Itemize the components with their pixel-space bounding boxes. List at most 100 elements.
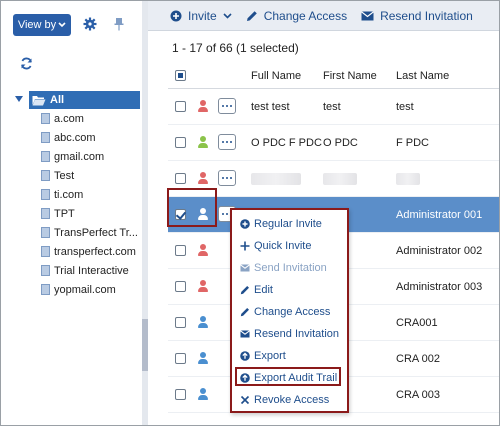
cell-first-name: test [323,101,341,113]
tree-item[interactable]: Trial Interactive [1,261,140,280]
gear-icon[interactable] [81,14,99,34]
menu-item-send-invitation[interactable]: Send Invitation [240,258,348,278]
tree-item-label: TransPerfect Tr... [54,226,138,239]
tree-item-label: Trial Interactive [54,264,129,277]
menu-item-label: Quick Invite [254,240,312,252]
column-header-full-name[interactable]: Full Name [251,70,301,82]
cell-last-name: CRA 003 [396,389,441,401]
menu-item-label: Edit [254,284,273,296]
annotation-highlight-selection [167,188,217,227]
tree-item-label: TPT [54,207,75,220]
cell-full-name: O PDC F PDC [251,137,322,149]
envelope-icon [240,264,250,272]
redacted-full-name [251,173,301,185]
cell-first-name: O PDC [323,137,358,149]
document-icon [41,208,50,219]
row-checkbox[interactable] [175,353,186,364]
tree-item[interactable]: Test [1,166,140,185]
document-icon [41,227,50,238]
cell-last-name: CRA001 [396,317,438,329]
grid-header: Full Name First Name Last Name [168,63,499,89]
change-access-label: Change Access [263,8,348,23]
invite-button[interactable]: Invite [170,9,232,23]
menu-item-label: Export [254,350,286,362]
document-icon [41,151,50,162]
view-by-label: View by [17,19,57,31]
document-icon [41,284,50,295]
plus-circle-icon [170,10,182,21]
tree-item-label: gmail.com [54,150,105,163]
pencil-icon [240,308,249,317]
document-icon [41,132,50,143]
plus-circle-icon [240,219,250,229]
row-actions-button[interactable] [218,134,236,150]
tree-item-label: yopmail.com [54,283,116,296]
user-status-icon [198,244,208,256]
record-count: 1 - 17 of 66 (1 selected) [172,41,299,55]
plus-icon [240,241,250,251]
menu-item-resend-invitation[interactable]: Resend Invitation [240,324,348,344]
caret-down-icon[interactable] [15,96,23,102]
chevron-down-icon [58,22,66,28]
row-checkbox[interactable] [175,137,186,148]
cell-last-name: test [396,101,414,113]
row-checkbox[interactable] [175,245,186,256]
tree-item[interactable]: gmail.com [1,147,140,166]
document-icon [41,170,50,181]
menu-item-revoke-access[interactable]: Revoke Access [240,390,348,410]
chevron-down-icon [223,12,232,19]
domain-tree: All a.com abc.com gmail.com Test ti.com … [1,91,140,299]
cell-last-name: Administrator 001 [396,209,483,221]
tree-item-label: a.com [54,112,84,125]
document-icon [41,246,50,257]
column-header-last-name[interactable]: Last Name [396,70,449,82]
menu-item-quick-invite[interactable]: Quick Invite [240,236,348,256]
row-actions-button[interactable] [218,98,236,114]
cell-last-name: Administrator 003 [396,281,483,293]
menu-item-change-access[interactable]: Change Access [240,302,348,322]
change-access-button[interactable]: Change Access [246,9,347,23]
cell-last-name: Administrator 002 [396,245,483,257]
row-actions-button[interactable] [218,170,236,186]
tree-item-label: abc.com [54,131,96,144]
menu-item-export[interactable]: Export [240,346,348,366]
tree-item[interactable]: abc.com [1,128,140,147]
menu-item-regular-invite[interactable]: Regular Invite [240,214,348,234]
resend-invitation-button[interactable]: Resend Invitation [361,9,473,23]
row-checkbox[interactable] [175,101,186,112]
user-status-icon [198,172,208,184]
table-row[interactable]: O PDC F PDC O PDC F PDC [168,125,499,161]
tree-item[interactable]: TPT [1,204,140,223]
menu-item-label: Change Access [254,306,331,318]
tree-item-label: ti.com [54,188,84,201]
cell-last-name: CRA 002 [396,353,441,365]
column-header-first-name[interactable]: First Name [323,70,377,82]
pin-icon[interactable] [111,14,127,34]
refresh-icon[interactable] [18,55,34,71]
redacted-last-name [396,173,420,185]
table-row[interactable] [168,161,499,197]
pencil-icon [246,10,257,21]
tree-root-all[interactable]: All [1,91,140,109]
menu-item-label: Revoke Access [254,394,330,406]
tree-item[interactable]: TransPerfect Tr... [1,223,140,242]
invite-label: Invite [188,8,217,23]
tree-item[interactable]: yopmail.com [1,280,140,299]
table-row[interactable]: test test test test [168,89,499,125]
user-status-icon [198,100,208,112]
row-checkbox[interactable] [175,389,186,400]
tree-item[interactable]: a.com [1,109,140,128]
envelope-icon [361,10,374,20]
select-all-checkbox[interactable] [175,70,186,81]
menu-item-edit[interactable]: Edit [240,280,348,300]
toolbar: Invite Change Access Resend Invitation [148,1,499,31]
view-by-button[interactable]: View by [13,14,71,36]
row-checkbox[interactable] [175,317,186,328]
tree-item[interactable]: transperfect.com [1,242,140,261]
row-checkbox[interactable] [175,173,186,184]
menu-item-label: Regular Invite [254,218,322,230]
menu-item-label: Resend Invitation [254,328,339,340]
sidebar: View by All a.com abc.com gmail.com Test [1,1,148,425]
tree-item[interactable]: ti.com [1,185,140,204]
row-checkbox[interactable] [175,281,186,292]
